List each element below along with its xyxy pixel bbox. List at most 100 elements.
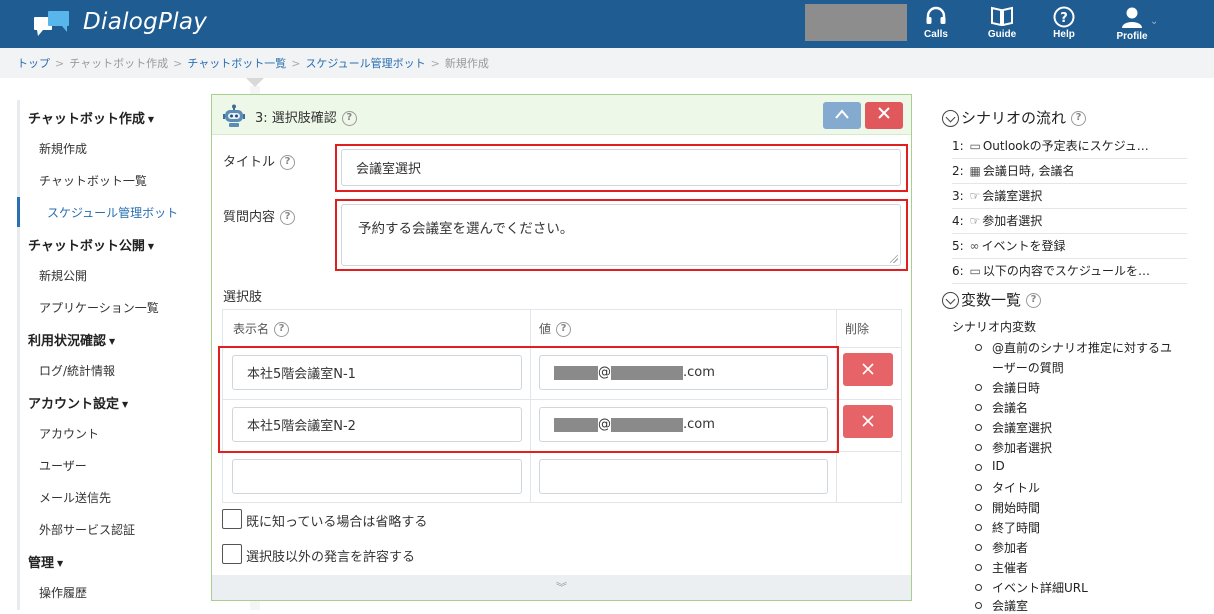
variable-item[interactable]: @直前のシナリオ推定に対するユ — [974, 339, 1172, 356]
flow-item[interactable]: 6: ▭ 以下の内容でスケジュールを… — [952, 259, 1187, 284]
delete-choice-button[interactable] — [843, 405, 893, 438]
help-button[interactable]: ? Help — [1034, 6, 1094, 46]
calls-button[interactable]: Calls — [906, 6, 966, 46]
variable-item[interactable]: 開始時間 — [974, 499, 1040, 516]
circle-chevron-down-icon — [942, 292, 959, 309]
delete-step-button[interactable] — [865, 102, 903, 129]
sidebar-item-new-publish[interactable]: 新規公開 — [39, 267, 87, 284]
user-icon — [1122, 7, 1142, 28]
choice-value-input[interactable]: @ .com — [539, 355, 828, 390]
help-icon[interactable]: ? — [1071, 111, 1087, 126]
caret-down-icon: ▼ — [147, 242, 155, 251]
help-icon[interactable]: ? — [556, 322, 572, 337]
question-textarea[interactable]: 予約する会議室を選んでください。 — [341, 204, 901, 266]
hand-pointer-icon: ☞ — [969, 214, 981, 228]
variable-item[interactable]: イベント詳細URL — [975, 579, 1088, 596]
allow-other-checkbox[interactable] — [222, 544, 242, 564]
help-icon[interactable]: ? — [280, 210, 296, 225]
variable-item[interactable]: タイトル — [974, 479, 1040, 496]
svg-text:?: ? — [1060, 11, 1068, 26]
variable-item[interactable]: 参加者 — [974, 539, 1028, 556]
sidebar-group-chatbot-publish[interactable]: チャットボット公開 ▼ — [28, 235, 154, 254]
sidebar-item-external-auth[interactable]: 外部サービス認証 — [39, 521, 135, 538]
flow-item[interactable]: 2: ▦ 会議日時, 会議名 — [952, 159, 1187, 184]
variable-item[interactable]: 会議室選択 — [974, 419, 1052, 436]
choice-display-input[interactable]: 本社5階会議室N-1 — [232, 355, 522, 390]
close-icon — [862, 363, 874, 375]
choice-display-input[interactable] — [232, 459, 522, 494]
sidebar-item-history[interactable]: 操作履歴 — [39, 584, 87, 601]
resize-handle[interactable] — [890, 255, 898, 263]
sidebar-item-mail[interactable]: メール送信先 — [39, 489, 111, 506]
flow-item[interactable]: 1: ▭ Outlookの予定表にスケジュ… — [952, 134, 1187, 159]
panel-header: 3: 選択肢確認? — [212, 95, 911, 135]
choice-value-input[interactable]: @ .com — [539, 407, 828, 442]
sidebar-item-app-list[interactable]: アプリケーション一覧 — [39, 299, 159, 316]
guide-button[interactable]: Guide — [972, 6, 1032, 46]
caret-down-icon: ▼ — [109, 337, 116, 346]
choice-display-input[interactable]: 本社5階会議室N-2 — [232, 407, 522, 442]
sidebar-group-admin[interactable]: 管理 ▼ — [28, 552, 63, 571]
column-header-value: 値? — [539, 320, 572, 337]
expand-footer[interactable]: ︾ — [212, 575, 911, 600]
help-icon[interactable]: ? — [274, 322, 290, 337]
variables-root: シナリオ内変数 — [952, 320, 1037, 334]
hand-pointer-icon: ☞ — [969, 189, 981, 203]
variable-item[interactable]: 会議日時 — [974, 379, 1040, 396]
variables-heading[interactable]: 変数一覧? — [942, 289, 1042, 310]
breadcrumb-chatbot-create: チャットボット作成 — [69, 57, 169, 70]
sidebar-item-logs[interactable]: ログ/統計情報 — [39, 362, 115, 379]
variable-item[interactable]: 会議室 — [974, 597, 1028, 614]
profile-label: Profile — [1116, 31, 1148, 42]
sidebar-group-account-settings[interactable]: アカウント設定 ▼ — [28, 393, 128, 412]
breadcrumb-schedule-bot[interactable]: スケジュール管理ボット — [305, 57, 425, 70]
variable-item[interactable]: 会議名 — [974, 399, 1028, 416]
flow-arrow — [246, 78, 264, 87]
help-label: Help — [1053, 29, 1075, 40]
question-label: 質問内容? — [223, 206, 296, 225]
scenario-step-panel: 3: 選択肢確認? タイトル? 会議室選択 質問内容? 予約する会議室を選んでく… — [211, 94, 912, 601]
panel-title: 3: 選択肢確認? — [255, 107, 357, 126]
logo-text[interactable]: DialogPlay — [83, 9, 207, 35]
breadcrumb-chatbot-list[interactable]: チャットボット一覧 — [187, 57, 286, 70]
calls-label: Calls — [924, 29, 948, 40]
question-circle-icon: ? — [1053, 6, 1075, 28]
breadcrumb-current: 新規作成 — [444, 57, 489, 70]
variable-item[interactable]: 終了時間 — [974, 519, 1040, 536]
guide-label: Guide — [987, 29, 1017, 40]
variable-item[interactable]: 参加者選択 — [974, 439, 1052, 456]
sidebar-item-schedule-bot[interactable]: スケジュール管理ボット — [47, 204, 178, 221]
breadcrumb: トップ > チャットボット作成 > チャットボット一覧 > スケジュール管理ボット > 新規作成 — [0, 48, 1214, 78]
variable-item[interactable]: ID — [975, 459, 1005, 473]
help-icon[interactable]: ? — [1026, 293, 1042, 308]
skip-if-known-checkbox[interactable] — [222, 509, 242, 529]
column-header-display: 表示名? — [233, 320, 290, 337]
question-text: 予約する会議室を選んでください。 — [358, 221, 574, 237]
sidebar-item-new[interactable]: 新規作成 — [39, 140, 87, 157]
delete-choice-button[interactable] — [843, 353, 893, 386]
caret-down-icon: ▼ — [57, 559, 64, 568]
variable-item[interactable]: 主催者 — [974, 559, 1028, 576]
top-header: DialogPlay Calls Guide ? Help Profile ⌄ — [0, 0, 1214, 48]
sidebar-active-indicator — [17, 197, 20, 227]
flow-item[interactable]: 5: ∞ イベントを登録 — [952, 234, 1187, 259]
choice-value-input[interactable] — [539, 459, 828, 494]
help-icon[interactable]: ? — [341, 111, 357, 126]
sidebar-item-account[interactable]: アカウント — [39, 425, 99, 442]
sidebar-item-users[interactable]: ユーザー — [39, 457, 87, 474]
logo-icon — [34, 11, 69, 36]
sidebar-group-usage[interactable]: 利用状況確認 ▼ — [28, 330, 115, 349]
collapse-up-button[interactable] — [823, 102, 861, 129]
sidebar-group-chatbot-create[interactable]: チャットボット作成 ▼ — [28, 108, 154, 127]
flow-heading[interactable]: シナリオの流れ? — [942, 107, 1087, 128]
help-icon[interactable]: ? — [280, 155, 296, 170]
flow-item[interactable]: 4: ☞ 参加者選択 — [952, 209, 1187, 234]
flow-item[interactable]: 3: ☞ 会議室選択 — [952, 184, 1187, 209]
redacted-text — [554, 417, 598, 432]
chevron-down-icon[interactable]: ⌄ — [1150, 16, 1158, 27]
speech-bubble-icon: ▭ — [969, 139, 981, 153]
sidebar-item-chatbot-list[interactable]: チャットボット一覧 — [39, 172, 147, 189]
speech-bubble-icon: ▭ — [969, 264, 981, 278]
breadcrumb-top[interactable]: トップ — [17, 57, 50, 70]
title-input[interactable]: 会議室選択 — [341, 149, 901, 186]
